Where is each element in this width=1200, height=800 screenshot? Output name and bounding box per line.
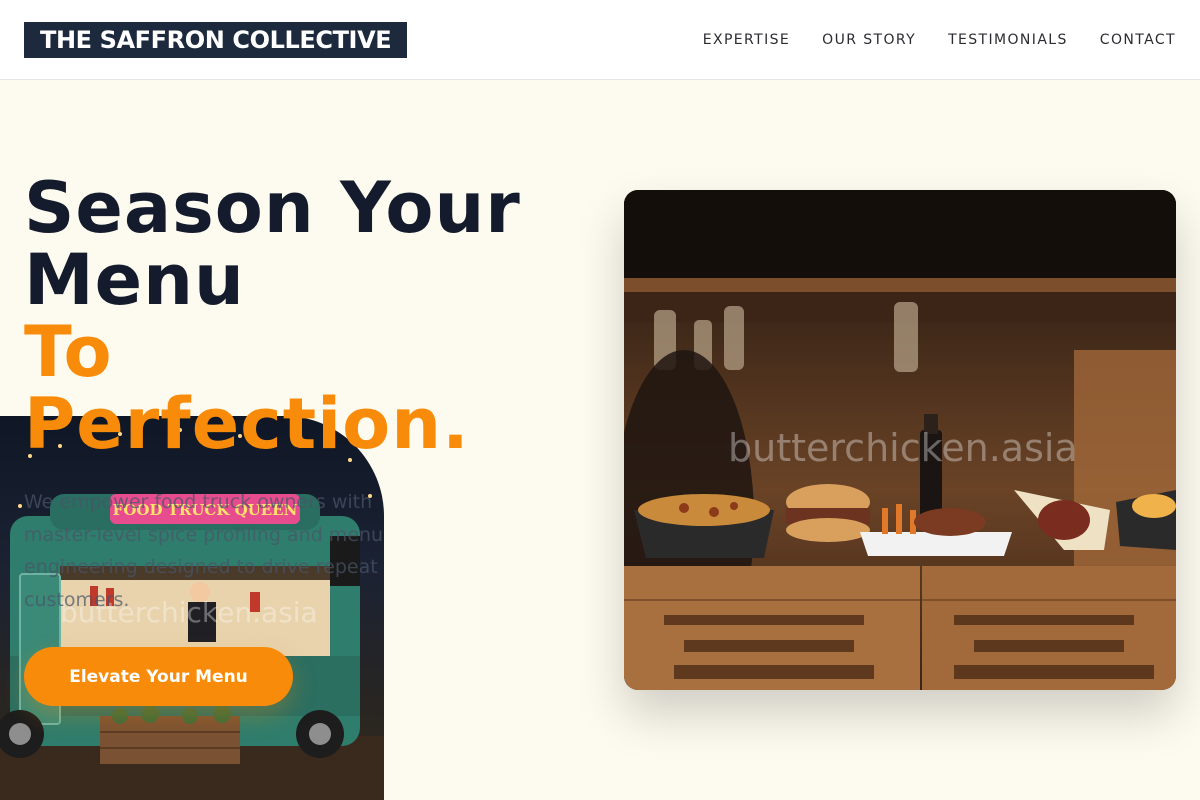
elevate-menu-button[interactable]: Elevate Your Menu [24,647,293,706]
nav-link-expertise[interactable]: EXPERTISE [703,32,790,48]
headline-line-2: Menu [24,239,245,321]
headline-line-4: Perfection. [24,383,470,465]
brand-logo[interactable]: THE SAFFRON COLLECTIVE [24,22,408,58]
nav-link-our-story[interactable]: OUR STORY [822,32,916,48]
site-header: THE SAFFRON COLLECTIVE EXPERTISE OUR STO… [0,0,1200,80]
hero-intro-text: We empower food truck owners with master… [24,491,384,611]
main-nav: EXPERTISE OUR STORY TESTIMONIALS CONTACT [703,0,1176,80]
headline-line-1: Season Your [24,167,521,249]
headline-line-3: To [24,311,113,393]
hero-headline: Season Your Menu To Perfection. [24,172,521,460]
photo-watermark-right: butterchicken.asia [728,426,1078,470]
nav-link-contact[interactable]: CONTACT [1100,32,1176,48]
food-counter-photo: butterchicken.asia [624,190,1176,690]
nav-link-testimonials[interactable]: TESTIMONIALS [948,32,1068,48]
